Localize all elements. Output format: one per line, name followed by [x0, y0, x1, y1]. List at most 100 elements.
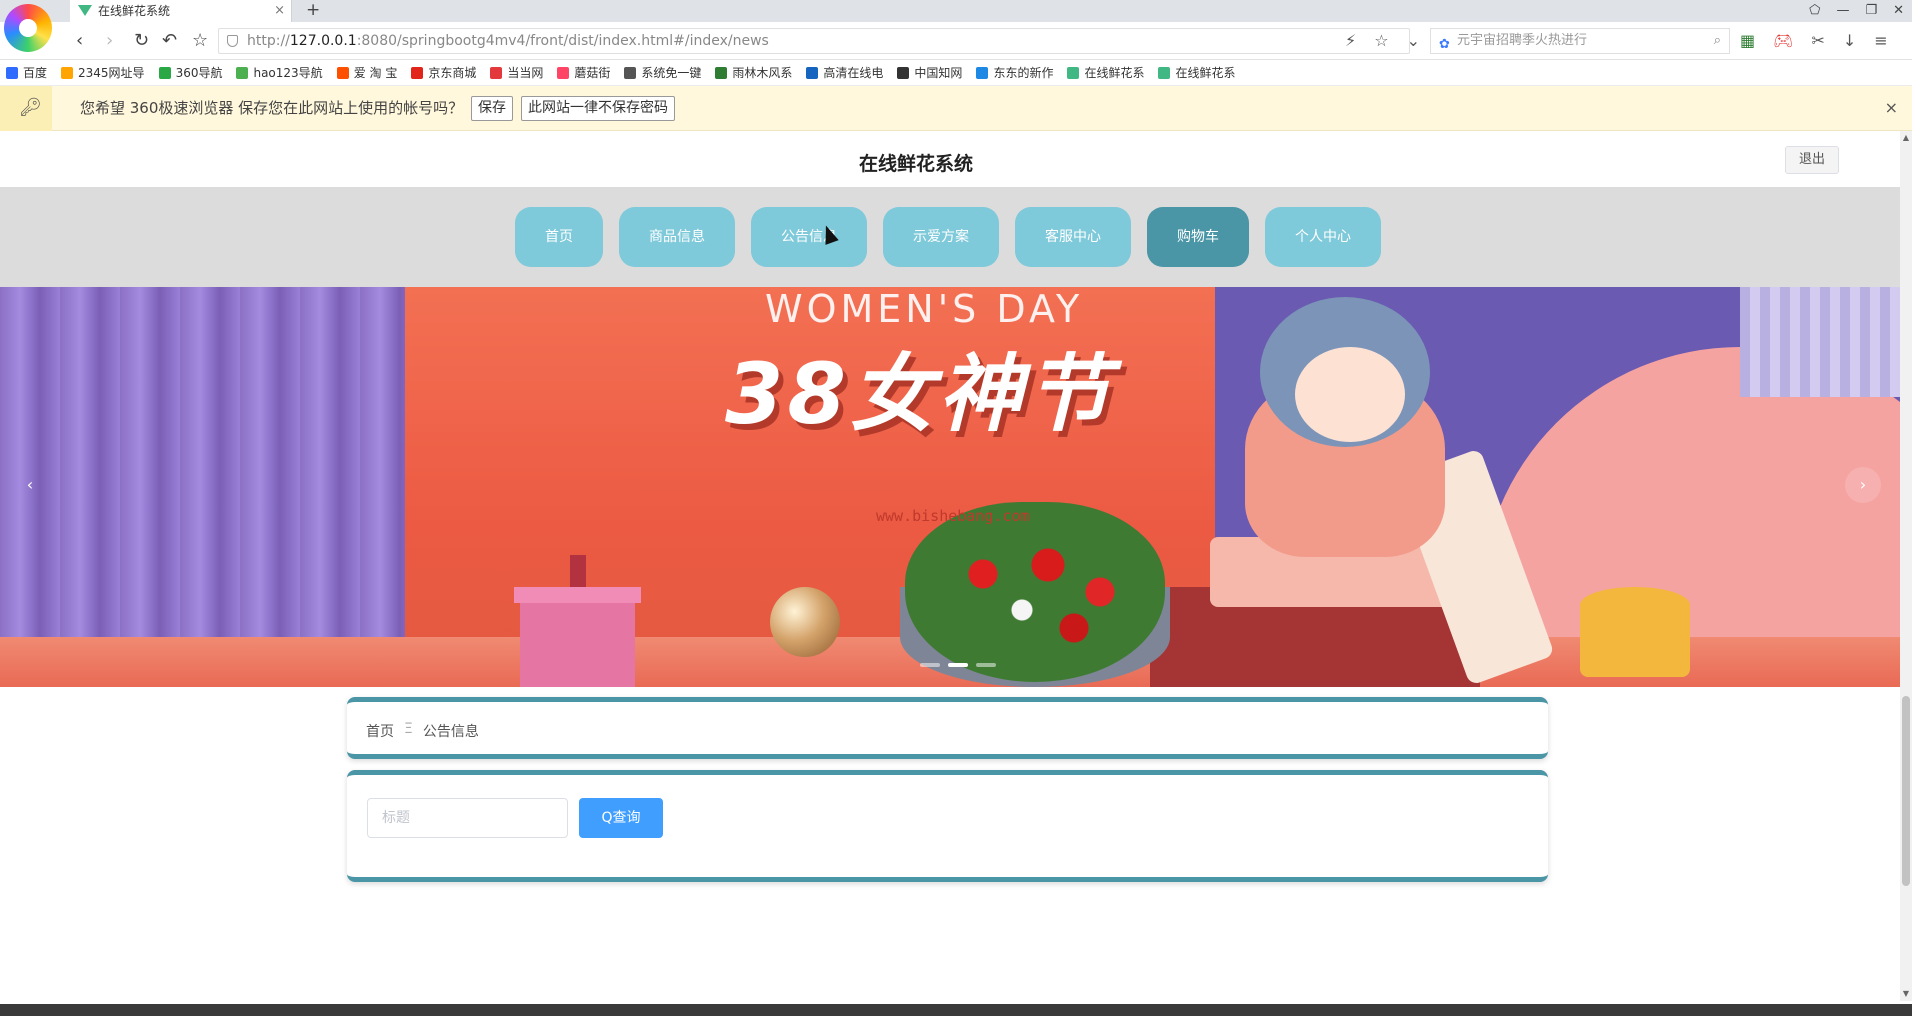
- bookmarks-bar: 百度 2345网址导 360导航 hao123导航 爱 淘 宝 京东商城 当当网 蘑菇街 系统免…: [0, 60, 1912, 86]
- nav-item-notices[interactable]: 公告信息: [751, 207, 867, 267]
- never-save-button[interactable]: 此网站一律不保存密码: [521, 96, 675, 121]
- lightning-icon[interactable]: ⚡: [1345, 31, 1356, 50]
- bookmark-label: 百度: [23, 66, 48, 80]
- breadcrumb-current: 公告信息: [422, 724, 479, 740]
- nav-item-home[interactable]: 首页: [515, 207, 603, 267]
- save-password-button[interactable]: 保存: [471, 96, 513, 121]
- carousel-dot-active[interactable]: [948, 663, 968, 667]
- bookmark-item[interactable]: 当当网: [490, 64, 543, 81]
- back-icon[interactable]: ‹: [76, 30, 83, 52]
- scroll-down-icon[interactable]: ▼: [1900, 989, 1912, 998]
- bookmark-item[interactable]: 系统免一键: [624, 64, 701, 81]
- scissors-icon[interactable]: ✂: [1811, 31, 1824, 50]
- nav-item-service[interactable]: 客服中心: [1015, 207, 1131, 267]
- password-prompt: 您希望 360极速浏览器 保存您在此网站上使用的帐号吗？: [80, 99, 464, 117]
- bookmark-icon: [897, 66, 910, 79]
- browser-logo[interactable]: [4, 4, 52, 52]
- breadcrumb-home[interactable]: 首页: [366, 721, 394, 741]
- bookmark-icon: [976, 66, 989, 79]
- bookmark-label: 雨林木风系: [732, 66, 793, 80]
- gift-lid: [514, 587, 641, 603]
- url-field[interactable]: http://127.0.0.1:8080/springbootg4mv4/fr…: [218, 28, 1410, 54]
- bookmark-label: 在线鲜花系: [1175, 66, 1236, 80]
- key-icon-box: 🔑︎: [0, 86, 52, 131]
- search-placeholder: 元宇宙招聘季火热进行: [1457, 33, 1588, 48]
- search-icon[interactable]: ⌕: [1714, 29, 1721, 53]
- stripe-decoration: [1740, 287, 1900, 397]
- bookmark-label: 中国知网: [914, 66, 963, 80]
- bookmark-item[interactable]: 东东的新作: [976, 64, 1053, 81]
- carousel-indicators: [920, 663, 996, 667]
- bookmark-item[interactable]: 在线鲜花系: [1158, 64, 1235, 81]
- bookmark-item[interactable]: 中国知网: [897, 64, 962, 81]
- tab-close-icon[interactable]: ×: [274, 0, 285, 22]
- close-icon[interactable]: ×: [1885, 98, 1898, 117]
- bookmark-label: 爱 淘 宝: [353, 66, 398, 80]
- scroll-thumb[interactable]: [1902, 696, 1910, 886]
- bookmark-star-icon[interactable]: ☆: [1374, 31, 1388, 50]
- window-controls: ⬠ — ❐ ✕: [1809, 0, 1904, 22]
- title-search-input[interactable]: [367, 798, 568, 838]
- bookmark-icon: [806, 66, 819, 79]
- url-path: :8080/springbootg4mv4/front/dist/index.h…: [356, 33, 769, 49]
- download-icon[interactable]: ↓: [1843, 31, 1856, 50]
- skin-icon[interactable]: ⬠: [1809, 0, 1820, 22]
- bookmark-label: 高清在线电: [823, 66, 884, 80]
- girl-figure-face: [1295, 347, 1405, 442]
- search-card: Q查询: [347, 770, 1548, 882]
- curtain-decoration: [0, 287, 410, 687]
- forward-icon[interactable]: ›: [106, 30, 113, 52]
- bookmark-label: 京东商城: [428, 66, 477, 80]
- bookmark-item[interactable]: 京东商城: [411, 64, 476, 81]
- nav-item-products[interactable]: 商品信息: [619, 207, 735, 267]
- password-save-bar: 🔑︎ 您希望 360极速浏览器 保存您在此网站上使用的帐号吗？ 保存 此网站一律…: [0, 86, 1912, 131]
- reload-icon[interactable]: ↻: [134, 30, 149, 52]
- carousel-dot[interactable]: [976, 663, 996, 667]
- nav-item-cart[interactable]: 购物车: [1147, 207, 1249, 267]
- bookmark-item[interactable]: 雨林木风系: [715, 64, 792, 81]
- new-tab-button[interactable]: +: [306, 0, 320, 20]
- bookmark-item[interactable]: hao123导航: [236, 64, 323, 81]
- carousel-next-icon[interactable]: ›: [1845, 467, 1881, 503]
- bookmark-label: 在线鲜花系: [1084, 66, 1145, 80]
- undo-icon[interactable]: ↶: [162, 30, 177, 52]
- favorite-icon[interactable]: ☆: [192, 30, 208, 52]
- gift-box: [520, 597, 635, 687]
- nav-item-profile[interactable]: 个人中心: [1265, 207, 1381, 267]
- main-nav: 首页 商品信息 公告信息 示爱方案 客服中心 购物车 个人中心: [0, 187, 1900, 287]
- bookmark-item[interactable]: 爱 淘 宝: [336, 64, 398, 81]
- bookmark-label: 360导航: [175, 66, 223, 80]
- menu-icon[interactable]: ≡: [1874, 31, 1887, 50]
- site-header: 在线鲜花系统 退出: [0, 131, 1912, 187]
- maximize-icon[interactable]: ❐: [1865, 0, 1877, 22]
- vue-icon: [78, 5, 92, 16]
- bookmark-item[interactable]: 在线鲜花系: [1067, 64, 1144, 81]
- dropdown-icon[interactable]: ⌄: [1407, 31, 1420, 50]
- bookmark-label: 东东的新作: [993, 66, 1054, 80]
- breadcrumb-card: 首页 Ξ 公告信息: [347, 697, 1548, 759]
- bookmark-item[interactable]: 百度: [6, 64, 47, 81]
- query-button[interactable]: Q查询: [579, 798, 663, 838]
- carousel-dot[interactable]: [920, 663, 940, 667]
- window-close-icon[interactable]: ✕: [1893, 0, 1904, 22]
- site-title: 在线鲜花系统: [858, 153, 973, 175]
- bookmark-item[interactable]: 2345网址导: [61, 64, 145, 81]
- bookmark-item[interactable]: 高清在线电: [806, 64, 883, 81]
- apps-grid-icon[interactable]: ▦: [1740, 31, 1755, 50]
- bookmark-item[interactable]: 360导航: [158, 64, 223, 81]
- bookmark-icon: [715, 66, 728, 79]
- breadcrumb-separator-icon: Ξ: [404, 721, 413, 737]
- carousel-prev-icon[interactable]: ‹: [12, 467, 48, 503]
- browser-search-field[interactable]: ✿ 元宇宙招聘季火热进行 ⌕: [1430, 28, 1730, 54]
- logout-button[interactable]: 退出: [1785, 146, 1839, 174]
- page-scrollbar[interactable]: ▲ ▼: [1900, 131, 1912, 1001]
- url-prefix: http://: [247, 33, 290, 49]
- key-icon: 🔑︎: [19, 97, 42, 118]
- bookmark-item[interactable]: 蘑菇街: [557, 64, 610, 81]
- scroll-up-icon[interactable]: ▲: [1900, 133, 1912, 142]
- browser-tab[interactable]: 在线鲜花系统 ×: [70, 0, 292, 22]
- browser-tools: ▦ 🎮︎ ✂ ↓ ≡: [1740, 31, 1888, 50]
- minimize-icon[interactable]: —: [1836, 0, 1849, 22]
- nav-item-love-plans[interactable]: 示爱方案: [883, 207, 999, 267]
- game-icon[interactable]: 🎮︎: [1773, 31, 1793, 50]
